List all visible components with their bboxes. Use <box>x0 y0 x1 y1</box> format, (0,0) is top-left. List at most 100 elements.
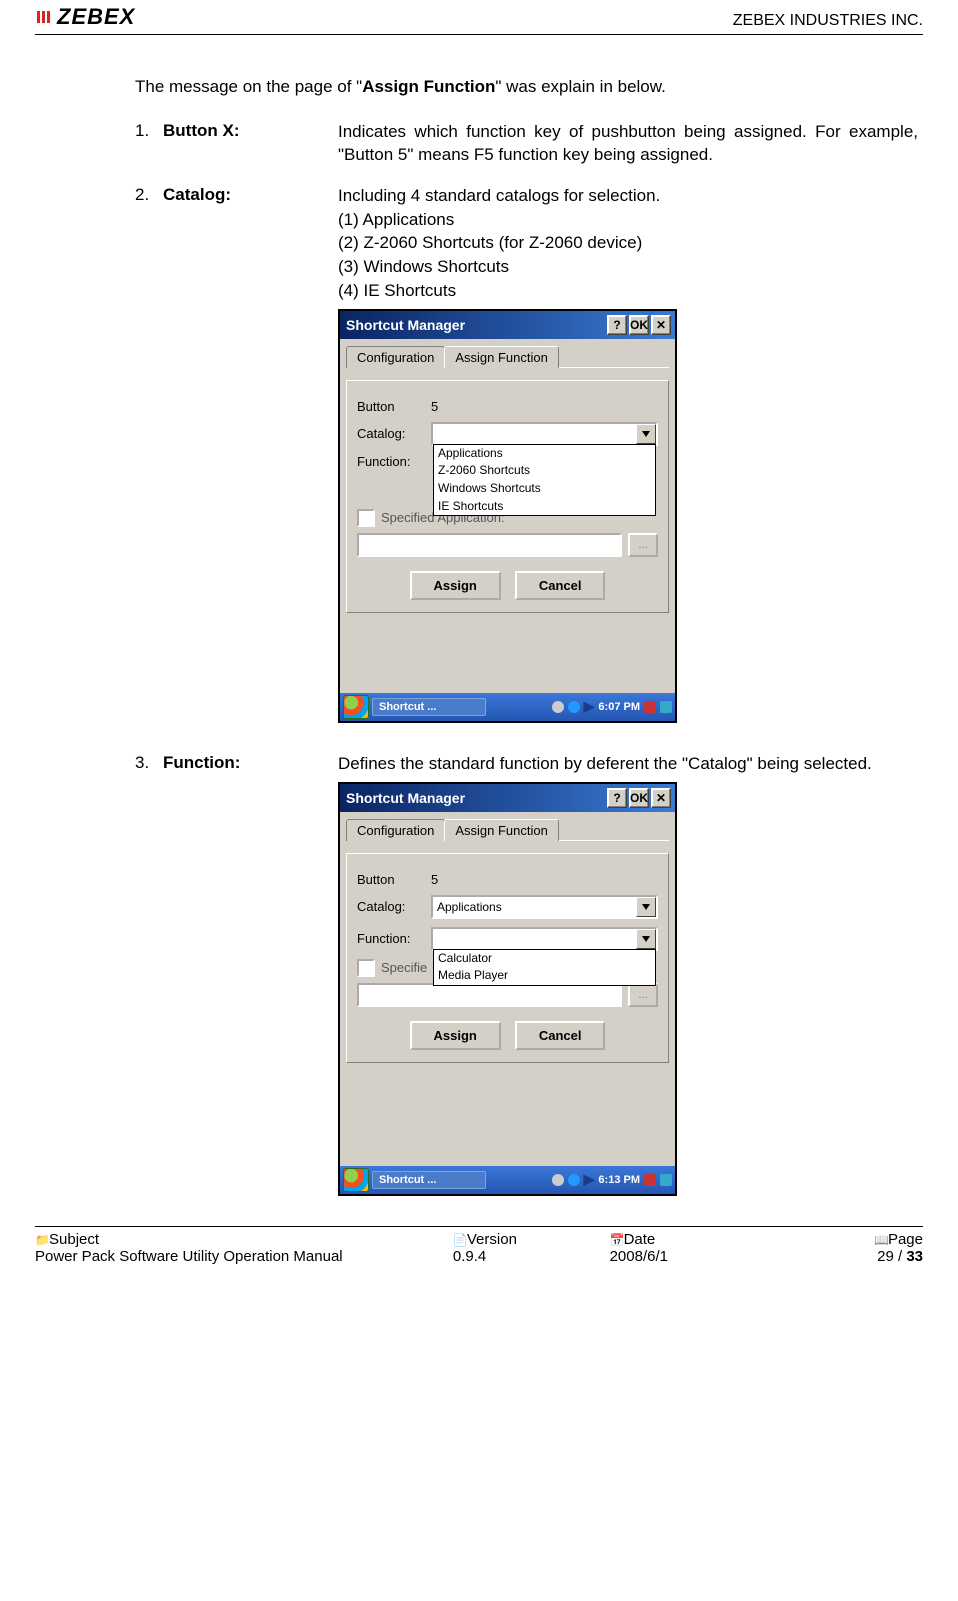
ok-button[interactable]: OK <box>629 788 649 808</box>
assign-button[interactable]: Assign <box>410 1021 501 1050</box>
tray-icon[interactable] <box>552 701 564 713</box>
catalog-dropdown-list[interactable]: Applications Z-2060 Shortcuts Windows Sh… <box>433 444 656 516</box>
tray-icon[interactable] <box>660 701 672 713</box>
footer-date-label: Date <box>624 1231 656 1248</box>
assign-button[interactable]: Assign <box>410 571 501 600</box>
tab-panel: Button 5 Catalog: Applications Function: <box>346 853 669 1063</box>
tab-configuration[interactable]: Configuration <box>346 346 445 368</box>
tab-bar: Configuration Assign Function <box>346 818 669 841</box>
dropdown-arrow-icon[interactable] <box>636 929 656 949</box>
browse-button[interactable]: ... <box>628 533 658 557</box>
screenshot-dialog-function: Shortcut Manager ? OK ✕ Configuration As… <box>338 782 677 1196</box>
taskbar-app[interactable]: Shortcut ... <box>372 1171 486 1189</box>
page-icon: 📖 <box>874 1233 886 1247</box>
clock: 6:13 PM <box>598 1174 640 1186</box>
close-button[interactable]: ✕ <box>651 788 671 808</box>
list-item: 2. Catalog: Including 4 standard catalog… <box>135 185 918 303</box>
page-header: ZEBEX ZEBEX INDUSTRIES INC. <box>35 0 923 35</box>
button-label: Button <box>357 872 431 887</box>
tray-icon[interactable] <box>644 701 656 713</box>
list-item: 3. Function: Defines the standard functi… <box>135 753 918 776</box>
list-item: 1. Button X: Indicates which function ke… <box>135 121 918 167</box>
main-content: The message on the page of "Assign Funct… <box>35 75 923 1196</box>
list-item[interactable]: Applications <box>434 445 655 463</box>
ok-button[interactable]: OK <box>629 315 649 335</box>
footer-date: 2008/6/1 <box>610 1248 793 1265</box>
cancel-button[interactable]: Cancel <box>515 571 606 600</box>
catalog-combo[interactable]: Applications Z-2060 Shortcuts Windows Sh… <box>431 422 658 446</box>
start-button[interactable] <box>343 695 369 719</box>
function-dropdown-list[interactable]: Calculator Media Player <box>433 949 656 986</box>
tab-panel: Button 5 Catalog: Applications Z-2060 Sh… <box>346 380 669 613</box>
catalog-label: Catalog: <box>357 899 431 914</box>
specified-checkbox[interactable] <box>357 959 375 977</box>
item-label: Button X: <box>163 121 338 141</box>
tray-icon[interactable] <box>552 1174 564 1186</box>
tab-bar: Configuration Assign Function <box>346 345 669 368</box>
taskbar: Shortcut ... ▶ 6:07 PM <box>340 693 675 721</box>
function-label: Function: <box>357 931 431 946</box>
footer-page: 29 / 33 <box>792 1248 923 1265</box>
item-label: Catalog: <box>163 185 338 205</box>
tab-assign-function[interactable]: Assign Function <box>444 819 559 841</box>
dropdown-arrow-icon[interactable] <box>636 897 656 917</box>
path-input[interactable] <box>357 533 622 557</box>
browse-button[interactable]: ... <box>628 983 658 1007</box>
system-tray: ▶ 6:07 PM <box>552 698 672 715</box>
list-item[interactable]: Calculator <box>434 950 655 968</box>
tray-icon[interactable] <box>568 1174 580 1186</box>
catalog-value: Applications <box>433 900 636 914</box>
close-button[interactable]: ✕ <box>651 315 671 335</box>
footer-subject: Power Pack Software Utility Operation Ma… <box>35 1248 453 1265</box>
catalog-label: Catalog: <box>357 426 431 441</box>
catalog-combo[interactable]: Applications <box>431 895 658 919</box>
button-label: Button <box>357 399 431 414</box>
function-label: Function: <box>357 454 431 469</box>
help-button[interactable]: ? <box>607 315 627 335</box>
taskbar-app[interactable]: Shortcut ... <box>372 698 486 716</box>
item-label: Function: <box>163 753 338 773</box>
date-icon: 📅 <box>610 1233 622 1247</box>
intro-text: The message on the page of "Assign Funct… <box>135 75 918 99</box>
item-description: Indicates which function key of pushbutt… <box>338 121 918 167</box>
tray-icon[interactable] <box>644 1174 656 1186</box>
item-number: 2. <box>135 185 163 205</box>
footer-page-label: Page <box>888 1231 923 1248</box>
specified-label: Specifie <box>381 960 427 975</box>
list-item[interactable]: IE Shortcuts <box>434 498 655 516</box>
sublist: (1) Applications (2) Z-2060 Shortcuts (f… <box>338 208 918 303</box>
folder-icon: 📁 <box>35 1233 47 1247</box>
tray-arrow-icon: ▶ <box>584 698 595 715</box>
footer-version: 0.9.4 <box>453 1248 610 1265</box>
tray-icon[interactable] <box>568 701 580 713</box>
dropdown-arrow-icon[interactable] <box>636 424 656 444</box>
tab-configuration[interactable]: Configuration <box>346 819 445 841</box>
screenshot-dialog-catalog: Shortcut Manager ? OK ✕ Configuration As… <box>338 309 677 723</box>
specified-checkbox[interactable] <box>357 509 375 527</box>
taskbar: Shortcut ... ▶ 6:13 PM <box>340 1166 675 1194</box>
help-button[interactable]: ? <box>607 788 627 808</box>
logo-text: ZEBEX <box>57 4 135 30</box>
company-name: ZEBEX INDUSTRIES INC. <box>733 12 923 30</box>
clock: 6:07 PM <box>598 701 640 713</box>
item-description: Defines the standard function by deferen… <box>338 753 918 776</box>
function-combo[interactable]: Calculator Media Player <box>431 927 658 951</box>
doc-icon: 📄 <box>453 1233 465 1247</box>
logo: ZEBEX <box>35 4 135 30</box>
tray-icon[interactable] <box>660 1174 672 1186</box>
list-item[interactable]: Z-2060 Shortcuts <box>434 462 655 480</box>
path-input[interactable] <box>357 983 622 1007</box>
tray-arrow-icon: ▶ <box>584 1171 595 1188</box>
item-description: Including 4 standard catalogs for select… <box>338 185 918 303</box>
tab-assign-function[interactable]: Assign Function <box>444 346 559 368</box>
window-title: Shortcut Manager <box>344 790 605 806</box>
cancel-button[interactable]: Cancel <box>515 1021 606 1050</box>
logo-icon <box>35 7 55 27</box>
footer-version-label: Version <box>467 1231 517 1248</box>
list-item[interactable]: Media Player <box>434 967 655 985</box>
button-number: 5 <box>431 872 438 887</box>
window-title: Shortcut Manager <box>344 317 605 333</box>
start-button[interactable] <box>343 1168 369 1192</box>
title-bar: Shortcut Manager ? OK ✕ <box>340 311 675 339</box>
list-item[interactable]: Windows Shortcuts <box>434 480 655 498</box>
